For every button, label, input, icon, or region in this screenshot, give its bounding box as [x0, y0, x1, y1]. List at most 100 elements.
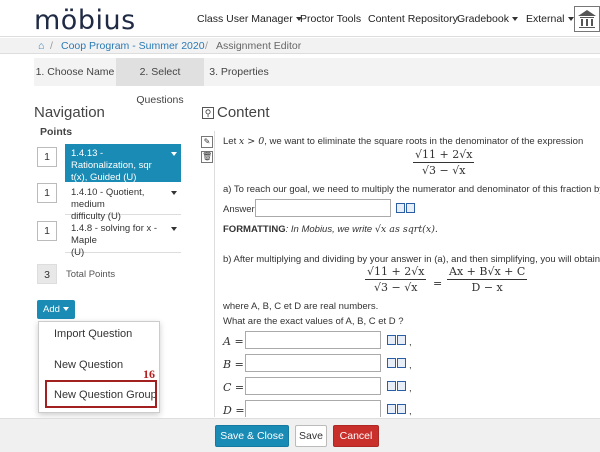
nav-external[interactable]: External: [526, 13, 574, 25]
step-properties[interactable]: 3. Properties: [204, 58, 274, 86]
formatting-math: √x as sqrt(x).: [374, 224, 438, 235]
institution-icon[interactable]: [574, 6, 600, 32]
c-input[interactable]: [245, 377, 381, 395]
highlight-box: [45, 380, 157, 408]
intro-post: , we want to eliminate the square roots …: [264, 136, 584, 147]
answer-input[interactable]: [255, 199, 391, 217]
field-suffix: ,: [409, 337, 412, 348]
equation-editor-icons[interactable]: [387, 381, 407, 393]
equation-editor-icons[interactable]: [387, 335, 407, 347]
preview-icon[interactable]: [396, 203, 405, 213]
part-a-text: a) To reach our goal, we need to multipl…: [223, 184, 600, 195]
answer-label: Answer:: [223, 204, 258, 215]
equation-lhs: √11 + 2√x √3 − √x: [365, 265, 427, 294]
chevron-down-icon[interactable]: [171, 227, 177, 231]
fraction-denominator: √3 − √x: [422, 164, 466, 177]
fraction-numerator: Ax + B√x + C: [447, 265, 528, 280]
intro-math: x > 0: [238, 136, 265, 147]
home-icon[interactable]: ⌂: [38, 40, 44, 52]
formatting-text: : In Mobius, we write: [285, 224, 373, 235]
question-points-input[interactable]: 1: [37, 183, 57, 203]
question-item[interactable]: 1.4.8 - solving for x - Maple (U): [65, 219, 181, 258]
field-suffix: ,: [409, 360, 412, 371]
question-label-line: 1.4.13 - Rationalization, sqr: [71, 148, 152, 171]
save-close-button[interactable]: Save & Close: [215, 425, 289, 447]
formatting-label: FORMATTING: [223, 224, 286, 235]
equation-editor-icons[interactable]: [396, 203, 416, 215]
total-points-value: 3: [37, 264, 57, 284]
breadcrumb-course-link[interactable]: Coop Program - Summer 2020: [61, 40, 205, 52]
field-label-c: C =: [223, 381, 245, 394]
equation-icon[interactable]: [397, 404, 406, 414]
top-navbar: möbius Class User Manager Proctor Tools …: [0, 0, 600, 37]
question-item[interactable]: 1.4.10 - Quotient, medium difficulty (U): [65, 183, 181, 222]
equation-icon[interactable]: [397, 335, 406, 345]
question-item[interactable]: 1.4.13 - Rationalization, sqr t(x), Guid…: [65, 144, 181, 183]
nav-label: Class User Manager: [197, 13, 293, 25]
footer-actions: Save & Close Save Cancel: [0, 418, 600, 452]
save-button[interactable]: Save: [295, 425, 327, 447]
chevron-down-icon[interactable]: [171, 152, 177, 156]
values-question: What are the exact values of A, B, C et …: [223, 316, 404, 327]
where-text: where A, B, C et D are real numbers.: [223, 301, 379, 312]
pencil-icon[interactable]: ✎: [201, 136, 213, 148]
intro-text: Let x > 0, we want to eliminate the squa…: [223, 136, 583, 147]
mobius-logo[interactable]: möbius: [34, 5, 136, 36]
nav-class-user-manager[interactable]: Class User Manager: [197, 13, 302, 25]
preview-icon[interactable]: [387, 381, 396, 391]
fraction-denominator: √3 − √x: [374, 281, 418, 294]
nav-label: Content Repository: [368, 13, 458, 25]
breadcrumb: ⌂ / Coop Program - Summer 2020 / Assignm…: [0, 38, 600, 54]
question-label-line: 1.4.8 - solving for x - Maple: [71, 223, 158, 246]
cancel-button[interactable]: Cancel: [333, 425, 379, 447]
menu-new-question[interactable]: New Question: [54, 359, 123, 371]
nav-proctor-tools[interactable]: Proctor Tools: [300, 13, 361, 25]
points-label: Points: [40, 126, 73, 138]
breadcrumb-separator: /: [50, 40, 53, 52]
step-select-questions[interactable]: 2. Select Questions: [116, 58, 204, 106]
trash-icon[interactable]: 🗑: [201, 151, 213, 163]
equation-editor-icons[interactable]: [387, 358, 407, 370]
question-points-input[interactable]: 1: [37, 221, 57, 241]
equation-editor-icons[interactable]: [387, 404, 407, 416]
question-preview: Let x > 0, we want to eliminate the squa…: [214, 131, 600, 417]
chevron-down-icon: [511, 17, 518, 22]
search-icon[interactable]: ⚲: [202, 107, 214, 120]
step-choose-name[interactable]: 1. Choose Name: [34, 58, 116, 86]
a-input[interactable]: [245, 331, 381, 349]
menu-import-question[interactable]: Import Question: [54, 328, 132, 340]
equals-sign: =: [433, 277, 443, 290]
add-button[interactable]: Add: [37, 300, 75, 319]
total-points-label: Total Points: [66, 269, 116, 280]
question-label-line: 1.4.10 - Quotient, medium: [71, 187, 145, 210]
nav-gradebook[interactable]: Gradebook: [457, 13, 518, 25]
preview-icon[interactable]: [387, 335, 396, 345]
preview-icon[interactable]: [387, 404, 396, 414]
expression-fraction: √11 + 2√x √3 − √x: [413, 148, 475, 177]
field-suffix: ,: [409, 383, 412, 394]
chevron-down-icon[interactable]: [171, 191, 177, 195]
content-title-text: Content: [217, 104, 270, 121]
equation-icon[interactable]: [406, 203, 415, 213]
field-label-d: D =: [223, 404, 245, 417]
equation-rhs: Ax + B√x + C D − x: [447, 265, 528, 294]
annotation-number: 16: [143, 367, 155, 381]
part-b-text: b) After multiplying and dividing by you…: [223, 254, 600, 265]
field-label-b: B =: [223, 358, 244, 371]
b-input[interactable]: [245, 354, 381, 372]
breadcrumb-separator: /: [205, 40, 208, 52]
content-heading: ⚲ Content: [202, 104, 270, 121]
wizard-steps: 1. Choose Name 2. Select Questions 3. Pr…: [34, 58, 600, 106]
preview-icon[interactable]: [387, 358, 396, 368]
d-input[interactable]: [245, 400, 381, 417]
equation-icon[interactable]: [397, 381, 406, 391]
navigation-heading: Navigation: [34, 104, 105, 121]
chevron-down-icon: [62, 307, 69, 312]
field-label-a: A =: [223, 335, 244, 348]
question-points-input[interactable]: 1: [37, 147, 57, 167]
add-button-label: Add: [43, 304, 60, 315]
formatting-hint: FORMATTING: In Mobius, we write √x as sq…: [223, 224, 438, 235]
equation-icon[interactable]: [397, 358, 406, 368]
chevron-down-icon: [567, 17, 574, 22]
nav-content-repository[interactable]: Content Repository: [368, 13, 458, 25]
